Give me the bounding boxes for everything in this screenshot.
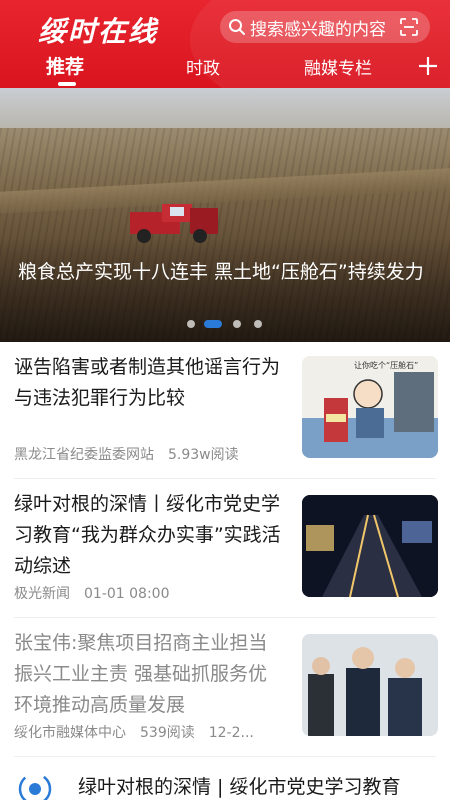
thumb-caption: 让你吃个“压舱石”: [354, 360, 418, 370]
scan-icon[interactable]: [400, 18, 418, 36]
tab-recommend[interactable]: 推荐: [46, 52, 84, 79]
banner-carousel[interactable]: 粮食总产实现十八连丰 黑土地“压舱石”持续发力: [0, 88, 450, 342]
news-title[interactable]: 诬告陷害或者制造其他谣言行为与违法犯罪行为比较: [14, 352, 286, 414]
news-meta: 绥化市融媒体中心 539阅读 12-2...: [14, 722, 268, 742]
news-meta: 黑龙江省纪委监委网站 5.93w阅读: [14, 444, 253, 464]
banner-image-sky: [0, 88, 450, 132]
news-thumbnail[interactable]: [302, 495, 438, 597]
carousel-dot[interactable]: [187, 320, 195, 328]
search-bar[interactable]: 搜索感兴趣的内容: [220, 11, 430, 43]
news-source: 极光新闻: [14, 586, 70, 602]
news-time: 12-2...: [208, 725, 254, 741]
news-time: 01-01 08:00: [84, 586, 170, 602]
news-source: 绥化市融媒体中心: [14, 725, 126, 741]
carousel-dot[interactable]: [254, 320, 262, 328]
news-title[interactable]: 绿叶对根的深情丨绥化市党史学习教育“我为群众办实事”实践活动综述: [14, 489, 286, 582]
banner-caption[interactable]: 粮食总产实现十八连丰 黑土地“压舱石”持续发力: [18, 258, 438, 286]
tab-politics[interactable]: 时政: [186, 54, 220, 79]
app-logo: 绥时在线: [38, 15, 159, 48]
active-tab-indicator: [58, 82, 76, 86]
news-title[interactable]: 张宝伟:聚焦项目招商主业担当振兴工业主责 强基础抓服务优环境推动高质量发展: [14, 628, 286, 721]
news-item[interactable]: 诬告陷害或者制造其他谣言行为与违法犯罪行为比较 黑龙江省纪委监委网站 5.93w阅…: [0, 342, 450, 478]
carousel-dot-active[interactable]: [204, 320, 222, 328]
carousel-dot[interactable]: [233, 320, 241, 328]
search-placeholder: 搜索感兴趣的内容: [250, 19, 386, 40]
search-icon: [228, 18, 246, 36]
app-header: 绥时在线 搜索感兴趣的内容 推荐 时政 融媒专栏: [0, 0, 450, 88]
video-play-icon: [18, 772, 52, 800]
news-item-partial[interactable]: 绿叶对根的深情 | 绥化市党史学习教育: [0, 758, 450, 800]
tab-media-column[interactable]: 融媒专栏: [304, 54, 372, 79]
meeting-photo: [302, 634, 438, 736]
news-thumbnail[interactable]: 让你吃个“压舱石”: [302, 356, 438, 458]
channel-tabs: 推荐 时政 融媒专栏: [0, 52, 450, 88]
night-city-image: [302, 495, 438, 597]
news-item[interactable]: 绿叶对根的深情丨绥化市党史学习教育“我为群众办实事”实践活动综述 极光新闻 01-…: [0, 479, 450, 617]
add-channel-icon[interactable]: [414, 52, 442, 80]
news-title[interactable]: 绿叶对根的深情 | 绥化市党史学习教育: [78, 772, 400, 799]
news-reads: 5.93w阅读: [168, 447, 239, 463]
news-thumbnail[interactable]: [302, 634, 438, 736]
news-source: 黑龙江省纪委监委网站: [14, 447, 154, 463]
cartoon-illustration: 让你吃个“压舱石”: [302, 356, 438, 458]
news-reads: 539阅读: [140, 725, 195, 741]
news-item[interactable]: 张宝伟:聚焦项目招商主业担当振兴工业主责 强基础抓服务优环境推动高质量发展 绥化…: [0, 618, 450, 756]
carousel-dots: [0, 320, 450, 330]
divider: [14, 756, 436, 757]
news-meta: 极光新闻 01-01 08:00: [14, 583, 183, 603]
